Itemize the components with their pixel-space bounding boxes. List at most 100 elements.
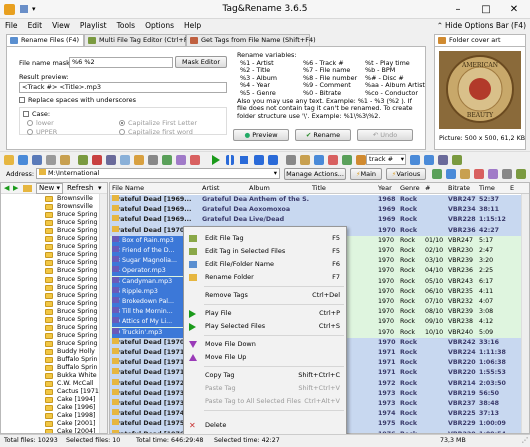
- lower-radio[interactable]: [27, 120, 33, 126]
- menu-edit-file-folder-name[interactable]: Edit File/Folder Name F6: [184, 258, 346, 271]
- tree-folder-item[interactable]: Bruce Spring: [1, 300, 107, 308]
- case-checkbox[interactable]: [23, 111, 29, 117]
- stop-icon[interactable]: [240, 156, 248, 164]
- rename-button[interactable]: ✔ Rename: [295, 129, 351, 141]
- menu-file[interactable]: File: [0, 19, 23, 30]
- preview-button[interactable]: ● Preview: [233, 129, 289, 141]
- action-5-icon[interactable]: [488, 169, 498, 179]
- back-icon[interactable]: ◀: [4, 184, 9, 192]
- search-icon[interactable]: [120, 155, 130, 165]
- close-button[interactable]: ✕: [500, 0, 528, 19]
- list-scrollbar[interactable]: [521, 194, 529, 433]
- menu-move-file-down[interactable]: Move File Down: [184, 338, 346, 351]
- columns-icon[interactable]: [438, 155, 448, 165]
- volume-icon[interactable]: [286, 155, 296, 165]
- tree-folder-item[interactable]: Cactus [1971: [1, 388, 107, 396]
- tree-folder-item[interactable]: Bruce Spring: [1, 284, 107, 292]
- column-time[interactable]: Time: [479, 183, 495, 193]
- menu-playlist[interactable]: Playlist: [75, 19, 112, 30]
- tree-folder-item[interactable]: Bruce Spring: [1, 267, 107, 275]
- sort-combo[interactable]: track # ▾: [366, 154, 406, 165]
- resize-grip-icon[interactable]: ⋰: [522, 435, 528, 447]
- minimize-button[interactable]: –: [444, 0, 472, 19]
- folder-row[interactable]: Grateful Dead [1969... Grateful Dead Anthe…: [110, 195, 529, 206]
- menu-play-file[interactable]: Play File Ctrl+P: [184, 307, 346, 320]
- tree-folder-item[interactable]: Bruce Spring: [1, 292, 107, 300]
- tree-folder-item[interactable]: Bruce Spring: [1, 316, 107, 324]
- mask-input[interactable]: %6 %2: [69, 57, 173, 68]
- action-1-icon[interactable]: [432, 169, 442, 179]
- tree-folder-item[interactable]: Cake [1998]: [1, 412, 107, 420]
- action-3-icon[interactable]: [460, 169, 470, 179]
- tree-folder-item[interactable]: Bruce Spring: [1, 235, 107, 243]
- tree-folder-item[interactable]: Bruce Spring: [1, 340, 107, 348]
- tree-folder-item[interactable]: Bruce Spring: [1, 308, 107, 316]
- tree-folder-item[interactable]: Bruce Spring: [1, 276, 107, 284]
- capitalize-first-word-radio[interactable]: [119, 129, 125, 135]
- action-6-icon[interactable]: [502, 169, 512, 179]
- manage-actions-button[interactable]: Manage Actions...: [284, 168, 346, 180]
- stats-icon[interactable]: [162, 155, 172, 165]
- sort-descending-icon[interactable]: [424, 155, 434, 165]
- column-artist[interactable]: Artist: [202, 183, 219, 193]
- tree-folder-item[interactable]: Cake [1996]: [1, 404, 107, 412]
- filter-icon[interactable]: [134, 155, 144, 165]
- column-file-name[interactable]: File Name: [112, 183, 144, 193]
- save-icon[interactable]: [32, 155, 42, 165]
- menu-edit-file-tag[interactable]: Edit File Tag F5: [184, 232, 346, 245]
- playlist-icon[interactable]: [190, 155, 200, 165]
- list-view-icon[interactable]: [106, 155, 116, 165]
- previous-icon[interactable]: [254, 155, 264, 165]
- capitalize-first-letter-radio[interactable]: [119, 120, 125, 126]
- column-extra[interactable]: E: [510, 183, 514, 193]
- up-folder-icon[interactable]: [23, 185, 32, 192]
- action-4-icon[interactable]: [474, 169, 484, 179]
- tree-folder-item[interactable]: Buffalo Sprin: [1, 356, 107, 364]
- various-actions-button[interactable]: ⚡Various: [386, 168, 426, 180]
- menu-tools[interactable]: Tools: [112, 19, 140, 30]
- menu-edit-tag-selected[interactable]: Edit Tag in Selected Files F5: [184, 245, 346, 258]
- tree-folder-item[interactable]: Bruce Spring: [1, 259, 107, 267]
- tree-folder-item[interactable]: Cake [1994]: [1, 396, 107, 404]
- menu-view[interactable]: View: [47, 19, 75, 30]
- address-input[interactable]: M:\International ▾: [36, 168, 280, 179]
- tab-get-tags-from-file-name[interactable]: Get Tags from File Name (Shift+F4): [186, 34, 316, 46]
- column-bitrate[interactable]: Bitrate: [448, 183, 470, 193]
- tab-multi-file-tag-editor[interactable]: Multi File Tag Editor (Ctrl+F4): [84, 34, 194, 46]
- view-icon[interactable]: [452, 155, 462, 165]
- menu-help[interactable]: Help: [179, 19, 206, 30]
- maximize-button[interactable]: □: [472, 0, 500, 19]
- settings-icon[interactable]: [148, 155, 158, 165]
- replace-spaces-checkbox[interactable]: [19, 97, 25, 103]
- menu-move-file-up[interactable]: Move File Up: [184, 351, 346, 364]
- tree-folder-item[interactable]: Bruce Spring: [1, 227, 107, 235]
- column-track[interactable]: #: [425, 183, 430, 193]
- export-icon[interactable]: [176, 155, 186, 165]
- column-title[interactable]: Title: [312, 183, 326, 193]
- refresh-tree-button[interactable]: Refresh: [67, 183, 93, 193]
- random-icon[interactable]: [300, 155, 310, 165]
- tree-folder-item[interactable]: Cake [2001]: [1, 420, 107, 428]
- upper-radio[interactable]: [27, 129, 33, 135]
- forward-icon[interactable]: ▶: [13, 184, 18, 192]
- new-folder-button[interactable]: New ▾: [36, 183, 64, 194]
- menu-options[interactable]: Options: [140, 19, 179, 30]
- main-actions-button[interactable]: ⚡Main: [350, 168, 382, 180]
- undo-button[interactable]: ↶ Undo: [357, 129, 413, 141]
- pause-icon[interactable]: [226, 155, 234, 165]
- tree-folder-item[interactable]: C.W. McCall: [1, 380, 107, 388]
- menu-copy-tag[interactable]: Copy Tag Shift+Ctrl+C: [184, 369, 346, 382]
- menu-paste-tag-all[interactable]: Paste Tag to All Selected Files Ctrl+Alt+…: [184, 395, 346, 408]
- tree-folder-item[interactable]: Brownsville: [1, 195, 107, 203]
- tree-folder-item[interactable]: Buffalo Sprin: [1, 364, 107, 372]
- refresh-icon[interactable]: [18, 155, 28, 165]
- tree-folder-item[interactable]: Bukka White: [1, 372, 107, 380]
- tree-folder-item[interactable]: Brownsville: [1, 203, 107, 211]
- edit-tag-icon[interactable]: [78, 155, 88, 165]
- column-year[interactable]: Year: [378, 183, 392, 193]
- folder-row[interactable]: Grateful Dead [1969... Grateful Dead Aoxom…: [110, 205, 529, 216]
- info-icon[interactable]: [342, 155, 352, 165]
- column-album[interactable]: Album: [249, 183, 270, 193]
- menu-delete[interactable]: ✕ Delete: [184, 419, 346, 432]
- tree-options-icon[interactable]: ▾: [98, 183, 102, 193]
